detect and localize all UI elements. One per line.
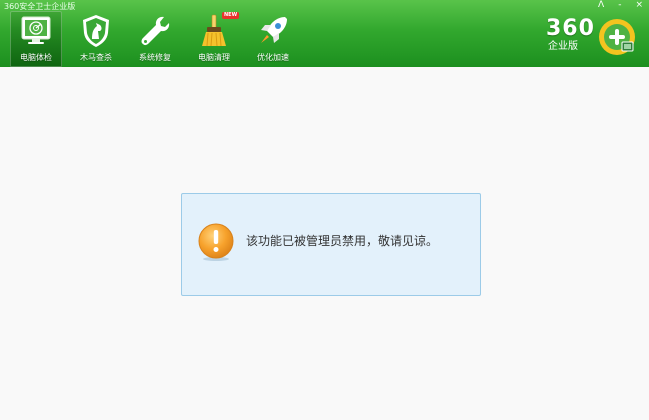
wrench-icon <box>141 16 170 46</box>
toolbar-item-label: 木马查杀 <box>80 53 112 62</box>
toolbar-item-system-repair[interactable]: 系统修复 <box>129 11 181 67</box>
skin-button[interactable]: ⴷ <box>598 1 604 10</box>
rocket-icon <box>261 17 287 43</box>
brand-edition: 企业版 <box>548 41 578 52</box>
minimize-button[interactable]: - <box>618 1 621 10</box>
360-logo-icon <box>599 19 635 55</box>
toolbar-item-label: 优化加速 <box>257 53 289 62</box>
toolbar-item-speedup[interactable]: 优化加速 <box>247 11 299 67</box>
toolbar-item-cleanup[interactable]: NEW 电脑清理 <box>188 11 240 67</box>
window-controls: ⴷ - × <box>598 1 643 10</box>
notice-message: 该功能已被管理员禁用，敬请见谅。 <box>246 234 439 248</box>
toolbar-item-label: 系统修复 <box>139 53 171 62</box>
app-window: 360安全卫士企业版 ⴷ - × 电脑体检 木马查杀 系统修复 NEW 电脑清理… <box>0 0 649 420</box>
brand-number: 360 <box>546 16 595 41</box>
toolbar-item-computer-check[interactable]: 电脑体检 <box>10 11 62 67</box>
trojan-shield-icon <box>83 15 109 47</box>
window-title: 360安全卫士企业版 <box>4 2 76 11</box>
toolbar-item-trojan-scan[interactable]: 木马查杀 <box>70 11 122 67</box>
computer-check-icon <box>21 16 51 44</box>
toolbar-item-label: 电脑体检 <box>20 53 52 62</box>
header-toolbar: 360安全卫士企业版 ⴷ - × 电脑体检 木马查杀 系统修复 NEW 电脑清理… <box>0 0 649 67</box>
toolbar-item-label: 电脑清理 <box>198 53 230 62</box>
new-badge: NEW <box>222 12 240 19</box>
close-button[interactable]: × <box>635 1 643 10</box>
warning-icon <box>198 223 234 261</box>
notice-dialog: 该功能已被管理员禁用，敬请见谅。 <box>181 193 481 296</box>
